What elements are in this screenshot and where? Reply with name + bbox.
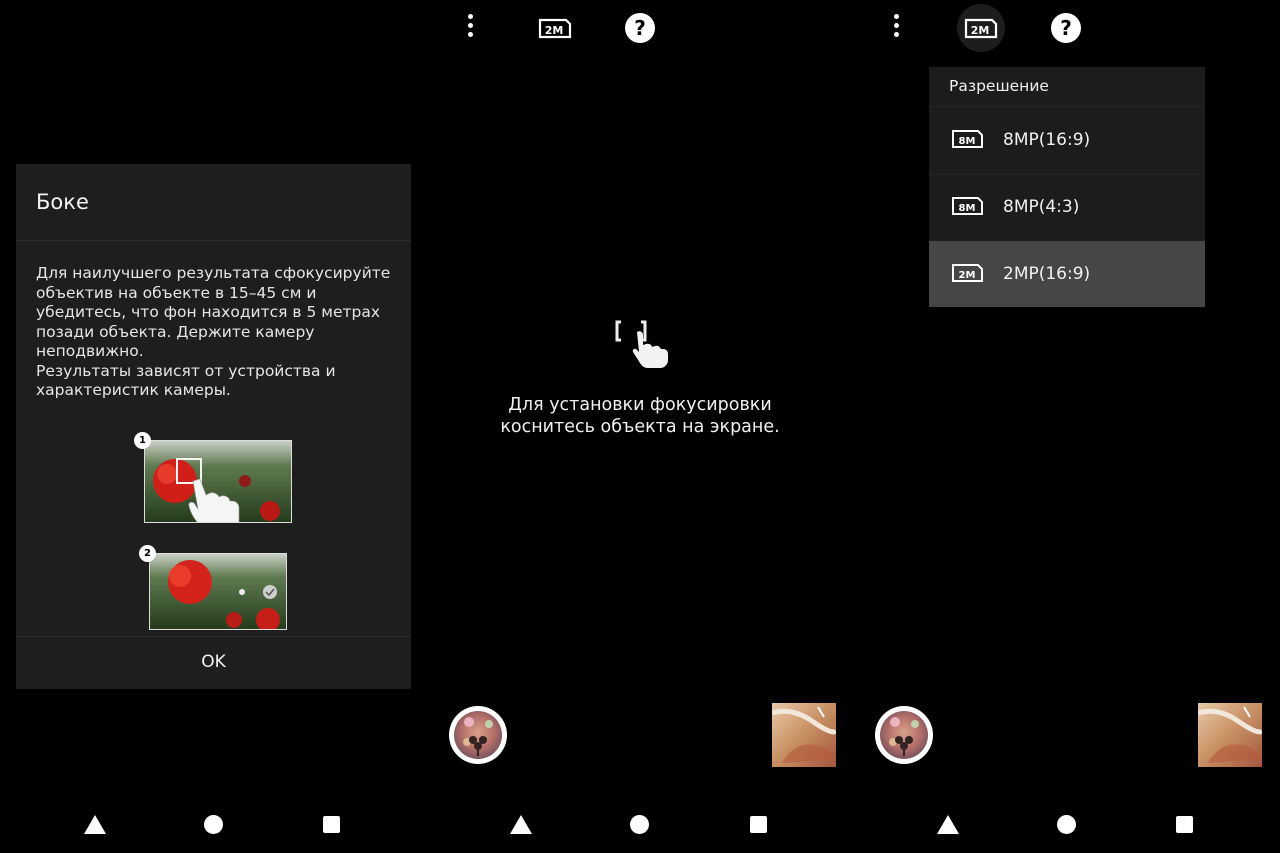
- svg-text:2M: 2M: [959, 270, 976, 281]
- menu-item-label: 8MP(4:3): [1003, 197, 1080, 217]
- resolution-icon[interactable]: 2M: [537, 16, 573, 40]
- menu-item-label: 8MP(16:9): [1003, 130, 1091, 150]
- resolution-menu: Разрешение 8M 8MP(16:9) 8M 8MP(4:3) 2M 2…: [929, 67, 1205, 307]
- gallery-thumbnail[interactable]: [772, 703, 836, 767]
- camera-top-bar: 2M ?: [853, 0, 1280, 58]
- home-icon[interactable]: [1057, 815, 1076, 834]
- more-vert-icon[interactable]: [465, 14, 475, 42]
- menu-item-8mp-16-9[interactable]: 8M 8MP(16:9): [929, 107, 1205, 174]
- menu-title: Разрешение: [949, 77, 1049, 95]
- home-icon[interactable]: [630, 815, 649, 834]
- bokeh-mode-button[interactable]: [447, 704, 509, 766]
- resolution-icon[interactable]: 2M: [963, 16, 999, 40]
- menu-item-label: 2MP(16:9): [1003, 264, 1091, 284]
- svg-text:8M: 8M: [959, 203, 976, 214]
- home-icon[interactable]: [204, 815, 223, 834]
- back-icon[interactable]: [84, 815, 106, 834]
- bokeh-mode-button[interactable]: [873, 704, 935, 766]
- resolution-badge-text: 2M: [971, 24, 990, 37]
- camera-top-bar: 2M ?: [427, 0, 853, 58]
- recents-icon[interactable]: [1176, 816, 1193, 833]
- ok-button[interactable]: OK: [16, 636, 411, 689]
- menu-item-2mp-16-9[interactable]: 2M 2MP(16:9): [929, 241, 1205, 307]
- navigation-bar: [0, 800, 427, 853]
- menu-item-8mp-4-3[interactable]: 8M 8MP(4:3): [929, 174, 1205, 241]
- svg-text:8M: 8M: [959, 136, 976, 147]
- focus-hint-text: Для установки фокусировки коснитесь объе…: [500, 395, 780, 437]
- back-icon[interactable]: [510, 815, 532, 834]
- svg-text:?: ?: [1060, 16, 1072, 40]
- camera-viewfinder-screen: 2M ? Для установки фокусировки коснитесь…: [427, 0, 853, 853]
- bokeh-dialog: Боке Для наилучшего результата сфокусиру…: [16, 164, 411, 689]
- dialog-body-text: Для наилучшего результата сфокусируйте о…: [36, 264, 391, 399]
- resolution-badge-text: 2M: [545, 24, 564, 37]
- step-2-badge: 2: [139, 545, 156, 562]
- gallery-thumbnail[interactable]: [1198, 703, 1262, 767]
- help-icon[interactable]: ?: [625, 13, 655, 43]
- svg-text:?: ?: [634, 16, 646, 40]
- step-1-badge: 1: [134, 432, 151, 449]
- back-icon[interactable]: [937, 815, 959, 834]
- dialog-divider: [16, 240, 411, 241]
- navigation-bar: [853, 800, 1280, 853]
- navigation-bar: [427, 800, 853, 853]
- resolution-8m-icon: 8M: [951, 128, 985, 150]
- illustration-step-1: [144, 440, 292, 523]
- more-vert-icon[interactable]: [891, 14, 901, 42]
- bokeh-help-screen: Боке Для наилучшего результата сфокусиру…: [0, 0, 427, 853]
- resolution-menu-screen: 2M ? Разрешение 8M 8MP(16:9) 8M 8MP(4:3)…: [853, 0, 1280, 853]
- dialog-title: Боке: [36, 190, 89, 214]
- tap-to-focus-icon: [613, 316, 671, 368]
- help-icon[interactable]: ?: [1051, 13, 1081, 43]
- resolution-8m-icon: 8M: [951, 195, 985, 217]
- recents-icon[interactable]: [750, 816, 767, 833]
- resolution-2m-icon: 2M: [951, 262, 985, 284]
- recents-icon[interactable]: [323, 816, 340, 833]
- illustration-step-2: [149, 553, 287, 630]
